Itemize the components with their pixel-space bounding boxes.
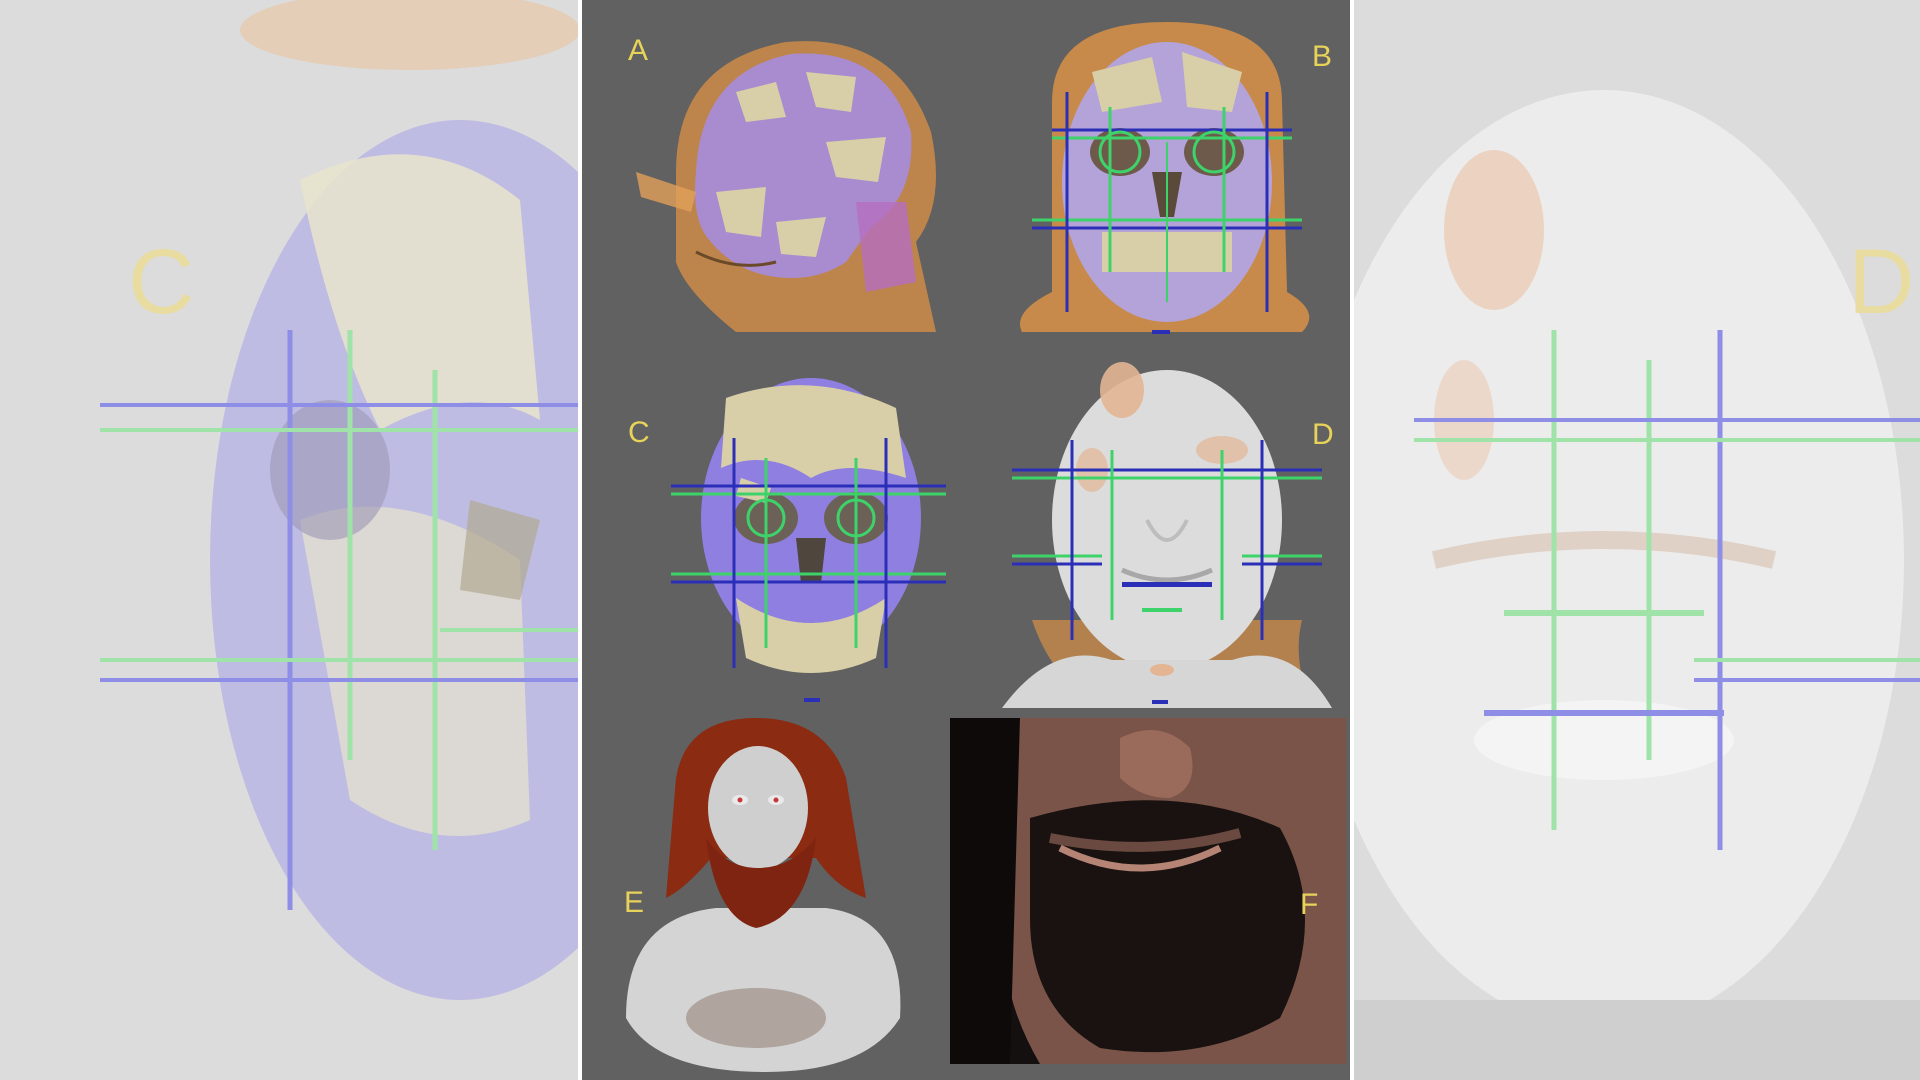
panel-f: F [950,718,1346,1064]
panel-b-frontal-skull-guides [1020,22,1310,334]
panel-e: E [616,718,910,1072]
panel-d: D [992,360,1348,708]
panel-b: B [992,12,1348,352]
backdrop-right-label: D [1848,231,1915,333]
backdrop-left-label: C [128,231,195,333]
panel-a: A [616,22,986,352]
backdrop-left: C [0,0,580,1080]
panel-b-label: B [1312,40,1333,73]
panel-d-face-guides [1002,362,1332,708]
figure-panel-grid: A B C D E F [578,0,1354,1080]
panel-e-label: E [624,886,645,919]
panel-d-label: D [1312,418,1334,451]
panel-c-skull-guides [671,378,946,702]
backdrop-left-skull [100,0,580,1000]
panel-a-lateral-skull [636,41,936,332]
panel-a-label: A [628,34,649,67]
backdrop-right: D [1354,0,1920,1080]
panel-c-label: C [628,416,650,449]
panel-f-label: F [1300,888,1319,921]
backdrop-right-face [1354,90,1920,1080]
panel-f-closeup-face [950,718,1346,1064]
panel-c: C [616,368,986,708]
panel-e-bust-hair [626,718,901,1072]
